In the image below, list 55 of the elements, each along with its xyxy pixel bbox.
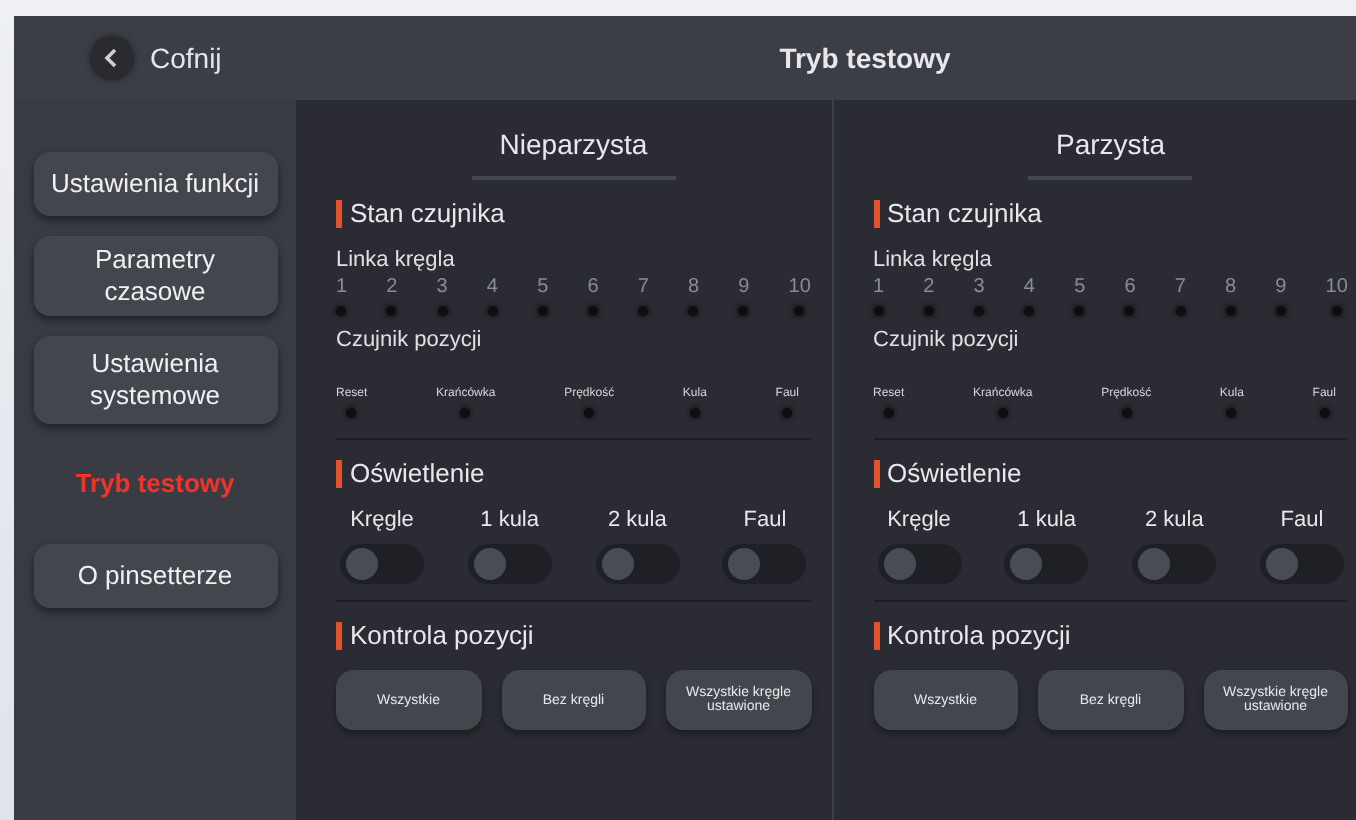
sidebar-item[interactable]: Ustawienia systemowe bbox=[33, 336, 277, 424]
label: Czujnik pozycji bbox=[873, 328, 1021, 352]
pin-number: 8 bbox=[1224, 276, 1237, 298]
toggle-switch[interactable] bbox=[722, 544, 807, 584]
pin-number: 6 bbox=[587, 276, 599, 298]
back-link[interactable]: Cofnij bbox=[150, 42, 222, 74]
toggle-label: 1 kula bbox=[1017, 508, 1076, 532]
panel-title: Parzysta bbox=[1028, 100, 1193, 180]
toggle-switch[interactable] bbox=[595, 544, 680, 584]
section-title: Kontrola pozycji bbox=[873, 622, 1348, 650]
sidebar-item[interactable]: Ustawienia funkcji bbox=[33, 152, 277, 216]
pin-number: 4 bbox=[486, 276, 498, 298]
sidebar-item[interactable]: Parametry czasowe bbox=[33, 236, 277, 316]
toggle-label: Faul bbox=[1280, 508, 1324, 532]
toggle-label: Kręgle bbox=[887, 508, 951, 532]
section-title: Oświetlenie bbox=[873, 460, 1348, 488]
label: Linka kręgla bbox=[873, 248, 994, 272]
pin-number: 5 bbox=[537, 276, 549, 298]
pin-number: 7 bbox=[637, 276, 649, 298]
section-title: Kontrola pozycji bbox=[336, 622, 811, 650]
pin-number: 1 bbox=[336, 276, 348, 298]
pin-number: 10 bbox=[788, 276, 811, 298]
pin-number: 4 bbox=[1023, 276, 1035, 298]
toggle-switch[interactable] bbox=[1259, 544, 1344, 584]
pin-number: 6 bbox=[1124, 276, 1136, 298]
pin-number: 1 bbox=[873, 276, 885, 298]
toggle-switch[interactable] bbox=[1132, 544, 1217, 584]
pin-number: 9 bbox=[1275, 276, 1287, 298]
pin-number: 2 bbox=[386, 276, 398, 298]
label: Linka kręgla bbox=[336, 248, 457, 272]
pin-number: 2 bbox=[923, 276, 935, 298]
toggle-switch[interactable] bbox=[467, 544, 552, 584]
toggle-label: 2 kula bbox=[1144, 508, 1204, 532]
panel-title: Nieparzysta bbox=[471, 100, 676, 180]
toggle-switch[interactable] bbox=[877, 544, 961, 584]
toggle-label: Kręgle bbox=[350, 508, 414, 532]
pin-number: 8 bbox=[687, 276, 700, 298]
window-title: Tryb testowy bbox=[777, 42, 953, 74]
pin-number: 9 bbox=[738, 276, 750, 298]
toggle-label: Faul bbox=[743, 508, 787, 532]
toggle-label: 2 kula bbox=[607, 508, 667, 532]
pin-number: 3 bbox=[436, 276, 448, 298]
toggle-label: 1 kula bbox=[480, 508, 539, 532]
sidebar-item[interactable]: O pinsetterze bbox=[33, 544, 277, 608]
section-title: Stan czujnika bbox=[873, 200, 1348, 228]
pin-number: 5 bbox=[1074, 276, 1086, 298]
section-title: Oświetlenie bbox=[336, 460, 811, 488]
pin-number: 7 bbox=[1174, 276, 1186, 298]
label: Czujnik pozycji bbox=[336, 328, 484, 352]
toggle-switch[interactable] bbox=[1004, 544, 1089, 584]
pin-number: 3 bbox=[973, 276, 985, 298]
section-title: Stan czujnika bbox=[336, 200, 811, 228]
pin-number: 10 bbox=[1325, 276, 1348, 298]
back-icon[interactable] bbox=[90, 36, 134, 80]
toggle-switch[interactable] bbox=[340, 544, 424, 584]
